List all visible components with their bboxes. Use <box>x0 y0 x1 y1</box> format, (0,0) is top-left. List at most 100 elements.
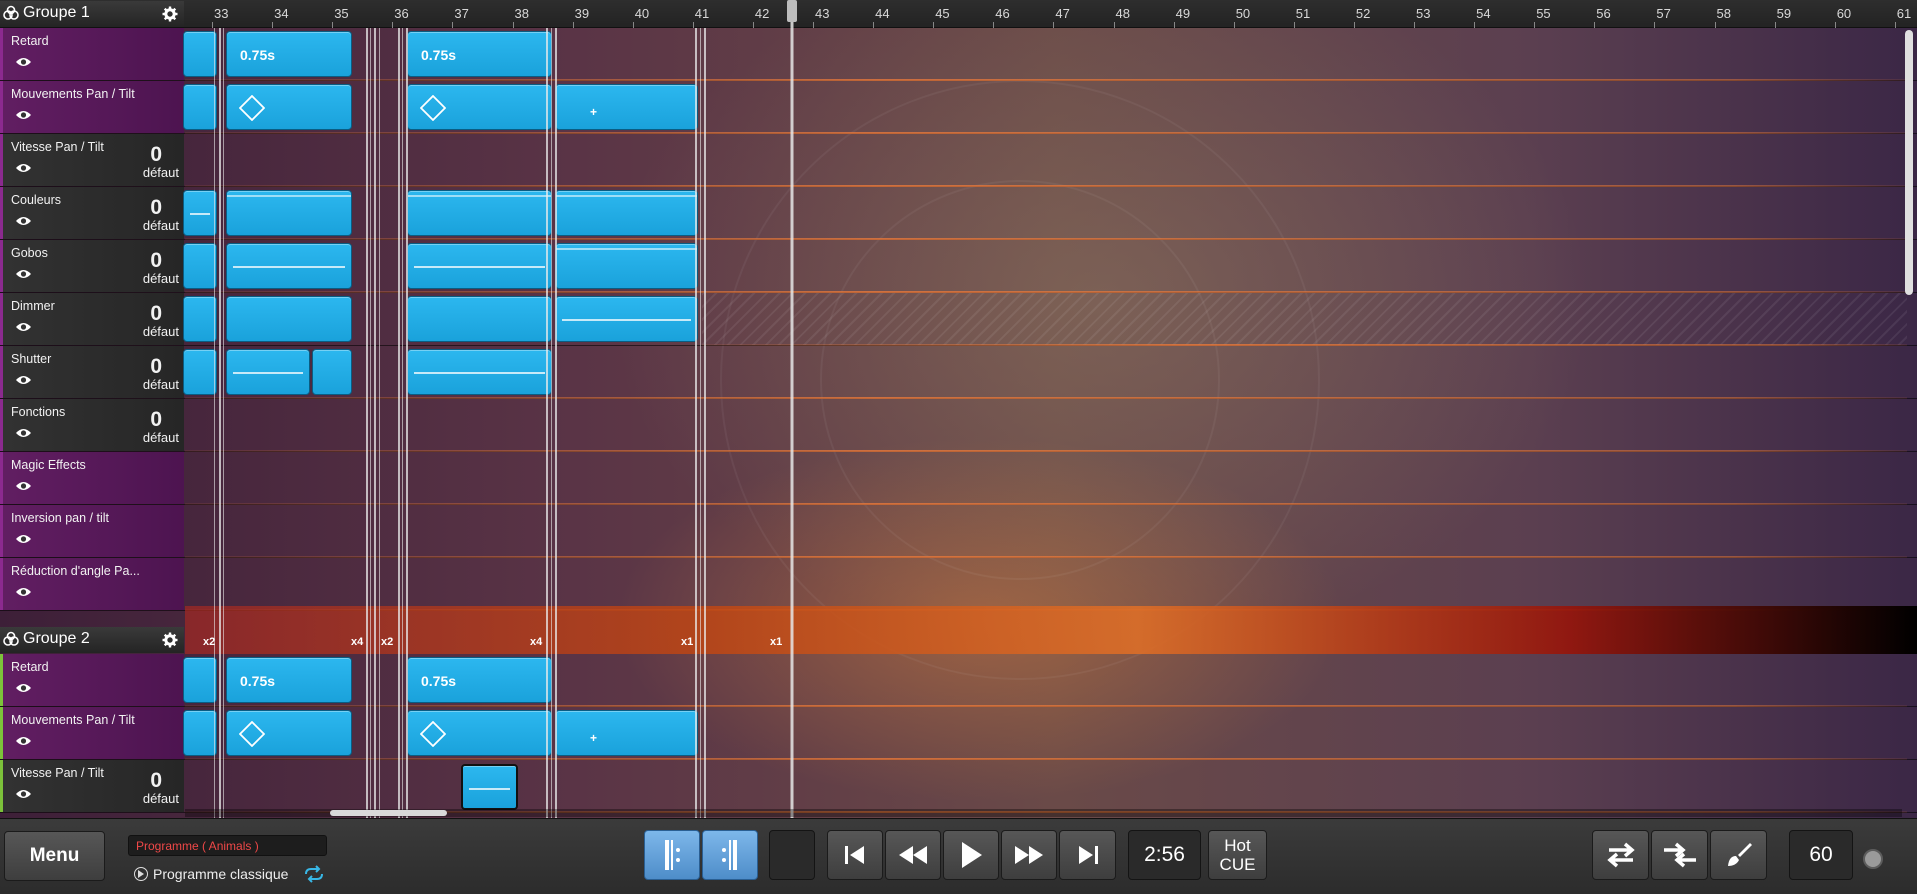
eye-icon[interactable] <box>15 321 32 333</box>
timeline-block[interactable] <box>183 710 217 756</box>
group-1-header[interactable]: Groupe 1 <box>0 1 184 27</box>
loop-start-button[interactable] <box>644 830 700 880</box>
brush-button[interactable] <box>1710 830 1767 880</box>
loop-multiplier[interactable]: x2 <box>381 636 393 648</box>
hot-cue-button[interactable]: Hot CUE <box>1208 830 1267 880</box>
eye-icon[interactable] <box>15 735 32 747</box>
program-mode[interactable]: Programme classique <box>134 866 288 882</box>
timeline-block[interactable] <box>407 296 552 342</box>
eye-icon[interactable] <box>15 215 32 227</box>
loop-end-button[interactable] <box>702 830 758 880</box>
beat-marker[interactable] <box>695 28 697 818</box>
record-indicator[interactable] <box>1863 849 1883 869</box>
timeline-block[interactable]: + <box>555 710 698 756</box>
gear-icon[interactable] <box>162 632 178 648</box>
timeline-block[interactable]: 0.75s <box>226 31 352 77</box>
radio-play-icon[interactable] <box>134 867 148 881</box>
timeline-block[interactable] <box>226 84 352 130</box>
add-keyframe-icon[interactable]: + <box>590 105 597 119</box>
timeline-block[interactable] <box>183 296 217 342</box>
group-2-header[interactable]: Groupe 2 <box>0 627 184 653</box>
timeline-block[interactable] <box>555 243 698 289</box>
loop-multiplier[interactable]: x4 <box>351 636 363 648</box>
gear-icon[interactable] <box>162 6 178 22</box>
timeline-block[interactable]: 0.75s <box>226 657 352 703</box>
beat-marker[interactable] <box>374 28 376 818</box>
beat-marker[interactable] <box>546 28 548 818</box>
track-label[interactable]: Magic Effects <box>0 452 184 504</box>
loop-icon[interactable] <box>303 865 325 883</box>
timeline-block[interactable] <box>183 31 217 77</box>
beat-marker[interactable] <box>406 28 408 818</box>
beat-marker[interactable] <box>551 28 552 818</box>
track-label[interactable]: Mouvements Pan / Tilt <box>0 81 184 133</box>
timeline-block[interactable] <box>407 710 552 756</box>
timeline-block[interactable] <box>226 190 352 236</box>
timeline-block[interactable] <box>407 349 552 395</box>
track-label[interactable]: Dimmer 0 défaut <box>0 293 184 345</box>
eye-icon[interactable] <box>15 109 32 121</box>
timeline-block[interactable] <box>183 84 217 130</box>
timeline-block[interactable] <box>226 710 352 756</box>
timeline-block[interactable] <box>407 243 552 289</box>
timeline-block[interactable]: 0.75s <box>407 657 552 703</box>
merge-button[interactable] <box>1651 830 1708 880</box>
beat-marker[interactable] <box>219 28 221 818</box>
eye-icon[interactable] <box>15 268 32 280</box>
eye-icon[interactable] <box>15 682 32 694</box>
beat-marker[interactable] <box>555 28 557 818</box>
track-label[interactable]: Gobos 0 défaut <box>0 240 184 292</box>
track-label[interactable]: Couleurs 0 défaut <box>0 187 184 239</box>
loop-multiplier[interactable]: x1 <box>681 636 693 648</box>
eye-icon[interactable] <box>15 374 32 386</box>
bpm-display[interactable]: 60 <box>1789 830 1853 880</box>
track-label[interactable]: Réduction d'angle Pa... <box>0 558 184 610</box>
track-label[interactable]: Vitesse Pan / Tilt 0 défaut <box>0 134 184 186</box>
track-label[interactable]: Retard <box>0 28 184 80</box>
beat-marker[interactable] <box>402 28 403 818</box>
program-field[interactable]: Programme ( Animals ) <box>128 835 327 856</box>
play-button[interactable] <box>943 830 999 880</box>
timeline-block[interactable] <box>461 764 518 810</box>
track-label[interactable]: Retard <box>0 654 184 706</box>
beat-marker[interactable] <box>398 28 400 818</box>
timeline-block[interactable] <box>312 349 352 395</box>
loop-multiplier[interactable]: x2 <box>203 636 215 648</box>
track-label[interactable]: Shutter 0 défaut <box>0 346 184 398</box>
beat-marker[interactable] <box>214 28 215 818</box>
horizontal-scrollbar[interactable] <box>185 809 1902 817</box>
add-keyframe-icon[interactable]: + <box>590 731 597 745</box>
timeline-block[interactable] <box>183 190 217 236</box>
timeline-block[interactable]: 0.75s <box>407 31 552 77</box>
beat-marker[interactable] <box>223 28 224 818</box>
eye-icon[interactable] <box>15 480 32 492</box>
track-label[interactable]: Vitesse Pan / Tilt 0 défaut <box>0 760 184 812</box>
eye-icon[interactable] <box>15 586 32 598</box>
fast-forward-button[interactable] <box>1001 830 1057 880</box>
timeline-block[interactable] <box>555 296 698 342</box>
track-label[interactable]: Fonctions 0 défaut <box>0 399 184 451</box>
eye-icon[interactable] <box>15 533 32 545</box>
skip-forward-button[interactable] <box>1059 830 1116 880</box>
eye-icon[interactable] <box>15 788 32 800</box>
loop-multiplier[interactable]: x4 <box>530 636 542 648</box>
eye-icon[interactable] <box>15 56 32 68</box>
timeline-ruler[interactable]: 33 34 35 36 37 38 39 40 41 42 43 44 45 46 47 48 49 50 51 52… <box>0 0 1917 28</box>
playhead[interactable] <box>787 0 797 818</box>
timeline-block[interactable] <box>183 349 217 395</box>
menu-button[interactable]: Menu <box>4 831 105 881</box>
blank-button[interactable] <box>769 830 815 880</box>
eye-icon[interactable] <box>15 427 32 439</box>
loop-multiplier[interactable]: x1 <box>770 636 782 648</box>
skip-back-button[interactable] <box>827 830 883 880</box>
timeline-block[interactable] <box>555 190 698 236</box>
timeline-block[interactable] <box>183 657 217 703</box>
beat-marker[interactable] <box>700 28 701 818</box>
swap-button[interactable] <box>1592 830 1649 880</box>
eye-icon[interactable] <box>15 162 32 174</box>
rewind-button[interactable] <box>885 830 941 880</box>
timeline-block[interactable] <box>226 243 352 289</box>
beat-marker[interactable] <box>379 28 380 818</box>
timeline-block[interactable] <box>226 296 352 342</box>
beat-marker[interactable] <box>370 28 371 818</box>
